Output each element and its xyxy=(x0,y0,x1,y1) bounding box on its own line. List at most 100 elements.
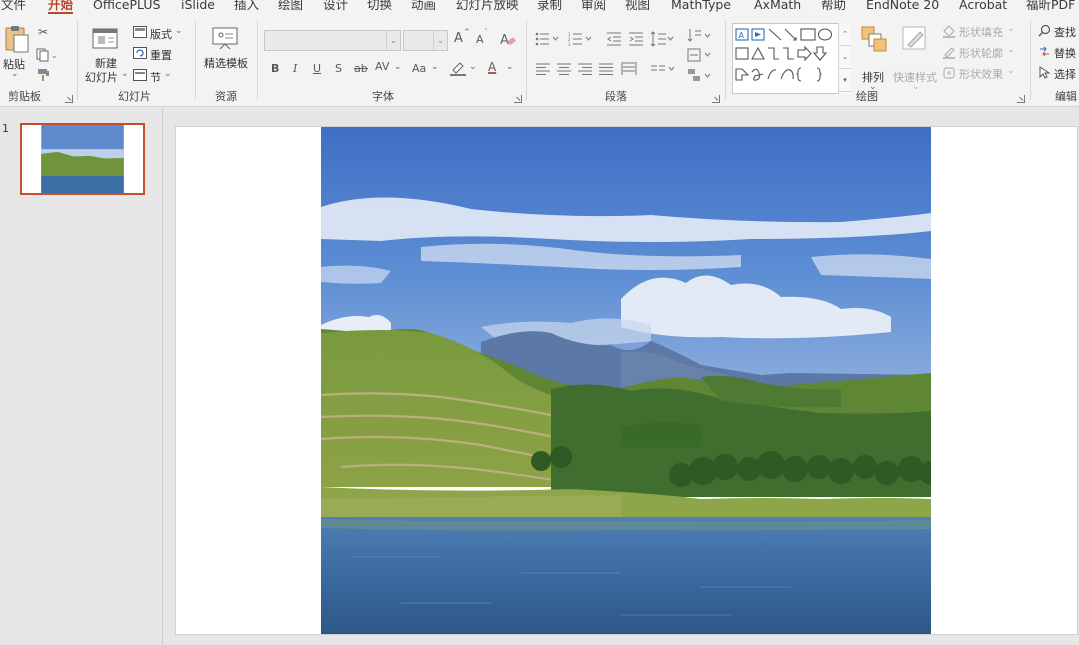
shape-effects-icon[interactable] xyxy=(942,66,956,83)
clear-formatting-icon[interactable]: A xyxy=(499,31,517,50)
layout-dropdown-icon[interactable]: ⌄ xyxy=(175,26,183,36)
font-color-button[interactable]: A xyxy=(488,60,496,74)
highlight-dropdown-icon[interactable]: ⌄ xyxy=(469,62,477,72)
shape-outline-dropdown-icon[interactable]: ⌄ xyxy=(1007,45,1015,55)
italic-button[interactable]: I xyxy=(293,62,297,75)
paragraph-launcher-icon[interactable] xyxy=(712,95,720,103)
tab-review[interactable]: 审阅 xyxy=(581,0,606,14)
tab-insert[interactable]: 插入 xyxy=(234,0,259,14)
select-icon[interactable] xyxy=(1038,66,1051,82)
paste-dropdown-icon[interactable]: ⌄ xyxy=(11,69,19,79)
tab-animations[interactable]: 动画 xyxy=(411,0,436,14)
layout-button[interactable]: 版式 xyxy=(150,26,172,42)
bold-button[interactable]: B xyxy=(271,62,279,75)
shape-effects-dropdown-icon[interactable]: ⌄ xyxy=(1007,66,1015,76)
tab-file[interactable]: 文件 xyxy=(1,0,26,14)
tab-help[interactable]: 帮助 xyxy=(821,0,846,14)
align-center-icon[interactable] xyxy=(557,63,571,78)
format-painter-icon[interactable] xyxy=(37,68,51,85)
shape-effects-button[interactable]: 形状效果 xyxy=(959,66,1003,82)
section-icon[interactable] xyxy=(133,69,147,84)
tab-home[interactable]: 开始 xyxy=(48,0,74,14)
tab-record[interactable]: 录制 xyxy=(537,0,562,14)
tab-draw[interactable]: 绘图 xyxy=(278,0,303,14)
find-icon[interactable] xyxy=(1038,24,1051,40)
tab-axmath[interactable]: AxMath xyxy=(754,0,801,14)
font-name-combo[interactable]: ⌄ xyxy=(264,30,401,51)
select-button[interactable]: 选择 xyxy=(1054,66,1076,82)
change-case-dropdown-icon[interactable]: ⌄ xyxy=(431,62,439,72)
highlight-color-icon[interactable] xyxy=(449,60,467,79)
paste-icon[interactable] xyxy=(4,24,30,57)
justify-icon[interactable] xyxy=(599,63,613,78)
new-slide-label-2[interactable]: 幻灯片 xyxy=(85,69,118,85)
numbering-icon[interactable]: 123 xyxy=(568,32,592,49)
line-spacing-icon[interactable] xyxy=(650,31,674,50)
underline-button[interactable]: U xyxy=(313,62,321,75)
shape-fill-button[interactable]: 形状填充 xyxy=(959,24,1003,40)
decrease-indent-icon[interactable] xyxy=(606,32,622,49)
shrink-font-icon[interactable]: A xyxy=(476,33,484,46)
tab-view[interactable]: 视图 xyxy=(625,0,650,14)
landscape-photo[interactable] xyxy=(321,127,931,634)
font-size-dropdown-icon[interactable]: ⌄ xyxy=(433,31,447,50)
new-slide-icon[interactable] xyxy=(90,23,120,54)
clipboard-launcher-icon[interactable] xyxy=(65,95,73,103)
shapes-gallery-icons[interactable]: A xyxy=(733,24,838,93)
shapes-gallery[interactable]: A xyxy=(732,23,850,94)
arrange-icon[interactable] xyxy=(860,25,888,56)
cut-icon[interactable]: ✂ xyxy=(38,25,48,39)
reset-icon[interactable] xyxy=(133,47,147,62)
character-spacing-dropdown-icon[interactable]: ⌄ xyxy=(394,62,402,72)
tab-foxit-pdf[interactable]: 福昕PDF xyxy=(1026,0,1075,14)
tab-acrobat[interactable]: Acrobat xyxy=(959,0,1007,14)
align-right-icon[interactable] xyxy=(578,63,592,78)
shapes-gallery-scroll[interactable]: ⌃ ⌄ ▾ xyxy=(838,23,851,94)
replace-icon[interactable] xyxy=(1038,45,1051,61)
align-left-icon[interactable] xyxy=(536,63,550,78)
font-name-dropdown-icon[interactable]: ⌄ xyxy=(386,31,400,50)
copy-icon[interactable]: ⌄ xyxy=(36,48,58,65)
new-slide-dropdown-icon[interactable]: ⌄ xyxy=(121,69,129,79)
shape-outline-button[interactable]: 形状轮廓 xyxy=(959,45,1003,61)
tab-endnote[interactable]: EndNote 20 xyxy=(866,0,939,14)
tab-transitions[interactable]: 切换 xyxy=(367,0,392,14)
tab-mathtype[interactable]: MathType xyxy=(671,0,731,14)
tab-slideshow[interactable]: 幻灯片放映 xyxy=(456,0,519,14)
change-case-button[interactable]: Aa xyxy=(412,62,426,75)
template-icon[interactable] xyxy=(212,26,238,53)
tab-officeplus[interactable]: OfficePLUS xyxy=(93,0,160,14)
tab-design[interactable]: 设计 xyxy=(323,0,348,14)
find-button[interactable]: 查找 xyxy=(1054,24,1076,40)
templates-button[interactable]: 精选模板 xyxy=(204,55,248,71)
increase-indent-icon[interactable] xyxy=(628,32,644,49)
distributed-icon[interactable] xyxy=(621,62,637,79)
strikethrough-button[interactable]: ab xyxy=(354,62,368,75)
drawing-launcher-icon[interactable] xyxy=(1017,95,1025,103)
scroll-down-icon[interactable]: ⌄ xyxy=(839,46,851,69)
grow-font-icon[interactable]: A xyxy=(454,31,463,46)
quick-styles-dropdown-icon[interactable]: ⌄ xyxy=(912,82,920,92)
text-shadow-button[interactable]: S xyxy=(335,62,342,75)
reset-button[interactable]: 重置 xyxy=(150,47,172,63)
font-launcher-icon[interactable] xyxy=(514,95,522,103)
text-direction-icon[interactable] xyxy=(687,28,711,47)
replace-button[interactable]: 替换 xyxy=(1054,45,1076,61)
scroll-up-icon[interactable]: ⌃ xyxy=(839,23,851,46)
layout-icon[interactable] xyxy=(133,26,147,41)
slide-thumbnail[interactable] xyxy=(20,123,145,195)
font-color-dropdown-icon[interactable]: ⌄ xyxy=(506,62,514,72)
character-spacing-button[interactable]: AV xyxy=(375,60,389,73)
convert-smartart-icon[interactable] xyxy=(687,68,711,87)
section-dropdown-icon[interactable]: ⌄ xyxy=(164,69,172,79)
tab-islide[interactable]: iSlide xyxy=(181,0,215,14)
columns-icon[interactable] xyxy=(651,64,675,79)
quick-styles-icon[interactable] xyxy=(902,25,930,56)
shape-outline-icon[interactable] xyxy=(942,45,956,62)
section-button[interactable]: 节 xyxy=(150,69,161,85)
shape-fill-dropdown-icon[interactable]: ⌄ xyxy=(1007,24,1015,34)
font-size-combo[interactable]: ⌄ xyxy=(403,30,448,51)
shape-fill-icon[interactable] xyxy=(942,24,956,41)
arrange-dropdown-icon[interactable]: ⌄ xyxy=(869,82,877,92)
align-text-icon[interactable] xyxy=(687,48,711,65)
